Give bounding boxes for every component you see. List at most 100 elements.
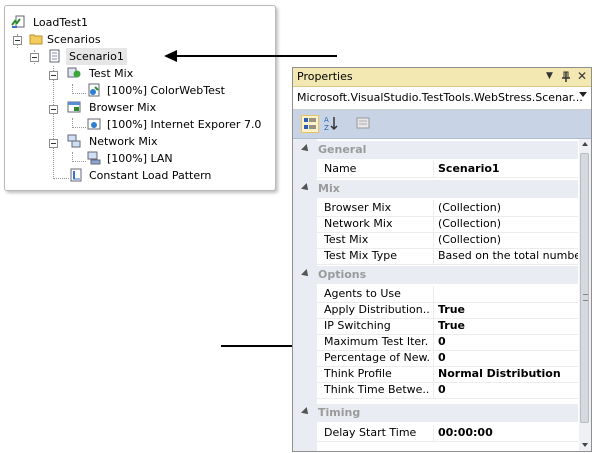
column-divider bbox=[433, 161, 434, 177]
tree-connector bbox=[53, 66, 54, 179]
dropdown-arrow-icon[interactable]: ▼ bbox=[546, 71, 553, 81]
property-name: Network Mix bbox=[324, 217, 393, 230]
tree-label: Test Mix bbox=[89, 67, 134, 80]
property-value[interactable]: Scenario1 bbox=[438, 162, 578, 175]
property-value[interactable]: Based on the total number bbox=[438, 249, 578, 262]
property-value[interactable]: Normal Distribution bbox=[438, 367, 578, 380]
collapse-toggle[interactable] bbox=[49, 105, 58, 114]
grip-icon bbox=[583, 294, 588, 301]
property-row-percentage-new[interactable]: Percentage of New... 0 bbox=[317, 350, 578, 367]
category-label: Options bbox=[318, 268, 367, 281]
property-value[interactable]: (Collection) bbox=[438, 233, 578, 246]
collapse-toggle[interactable] bbox=[13, 36, 22, 45]
property-value[interactable]: 0 bbox=[438, 351, 578, 364]
column-divider bbox=[433, 318, 434, 334]
property-value[interactable]: True bbox=[438, 319, 578, 332]
properties-title: Properties bbox=[297, 70, 353, 83]
property-name: Browser Mix bbox=[324, 201, 392, 214]
column-divider bbox=[433, 302, 434, 318]
property-name: Name bbox=[324, 162, 357, 175]
property-name: Delay Start Time bbox=[324, 426, 417, 439]
arrow-shaft bbox=[176, 55, 337, 57]
collapse-caret-icon[interactable] bbox=[301, 407, 311, 417]
tree-label: Browser Mix bbox=[89, 101, 157, 114]
close-icon[interactable]: ✕ bbox=[577, 69, 587, 83]
categorized-icon bbox=[304, 118, 316, 129]
property-name: Percentage of New... bbox=[324, 351, 429, 364]
scroll-down-icon[interactable] bbox=[582, 443, 588, 447]
property-row-max-iterations[interactable]: Maximum Test Iter... 0 bbox=[317, 334, 578, 351]
property-row-name[interactable]: Name Scenario1 bbox=[317, 161, 578, 178]
property-value[interactable]: 0 bbox=[438, 383, 578, 396]
collapse-caret-icon[interactable] bbox=[301, 183, 311, 193]
category-mix[interactable]: Mix bbox=[293, 180, 578, 198]
property-row-browser-mix[interactable]: Browser Mix (Collection) bbox=[317, 200, 578, 217]
categorized-button[interactable] bbox=[301, 115, 319, 133]
column-divider bbox=[433, 216, 434, 232]
tree-label: Constant Load Pattern bbox=[89, 169, 212, 182]
column-divider bbox=[433, 232, 434, 248]
load-test-icon bbox=[11, 15, 25, 28]
tree-connector bbox=[72, 93, 86, 94]
chevron-down-icon[interactable] bbox=[579, 92, 587, 97]
column-divider bbox=[433, 350, 434, 366]
tree-label: LoadTest1 bbox=[33, 16, 89, 29]
network-mix-icon bbox=[67, 134, 81, 148]
column-divider bbox=[433, 382, 434, 398]
property-row-think-profile[interactable]: Think Profile Normal Distribution bbox=[317, 366, 578, 383]
properties-window: Properties ▼ ✕ Microsoft.VisualStudio.Te… bbox=[292, 67, 592, 452]
category-general[interactable]: General bbox=[293, 141, 578, 159]
arrow-shaft bbox=[221, 345, 300, 347]
property-name: IP Switching bbox=[324, 319, 391, 332]
property-name: Test Mix Type bbox=[324, 249, 397, 262]
property-name: Agents to Use bbox=[324, 287, 401, 300]
property-row-apply-distribution[interactable]: Apply Distribution... True bbox=[317, 302, 578, 319]
collapse-caret-icon[interactable] bbox=[301, 269, 311, 279]
property-value[interactable]: 0 bbox=[438, 335, 578, 348]
property-row-test-mix-type[interactable]: Test Mix Type Based on the total number bbox=[317, 248, 578, 265]
category-options[interactable]: Options bbox=[293, 266, 578, 284]
property-row-ip-switching[interactable]: IP Switching True bbox=[317, 318, 578, 335]
property-pages-button[interactable] bbox=[355, 115, 373, 133]
test-mix-icon bbox=[67, 67, 81, 78]
scrollbar-thumb[interactable] bbox=[580, 153, 589, 423]
tree-connector bbox=[53, 178, 69, 179]
property-name: Think Time Betwe... bbox=[324, 383, 429, 396]
property-pages-icon bbox=[356, 117, 370, 129]
property-row-think-time[interactable]: Think Time Betwe... 0 bbox=[317, 382, 578, 399]
tree-label: Scenario1 bbox=[66, 48, 127, 65]
column-divider bbox=[433, 425, 434, 441]
column-divider bbox=[433, 200, 434, 216]
property-value[interactable]: True bbox=[438, 303, 578, 316]
column-divider bbox=[433, 248, 434, 264]
property-row-agents[interactable]: Agents to Use bbox=[317, 286, 578, 303]
svg-text:Z: Z bbox=[324, 124, 329, 131]
collapse-caret-icon[interactable] bbox=[301, 144, 311, 154]
property-grid: General Name Scenario1 Mix Browser Mix (… bbox=[293, 139, 578, 451]
tree-label: [100%] ColorWebTest bbox=[107, 84, 225, 97]
object-selector[interactable]: Microsoft.VisualStudio.TestTools.WebStre… bbox=[293, 87, 591, 110]
object-selector-value: Microsoft.VisualStudio.TestTools.WebStre… bbox=[297, 91, 583, 104]
column-divider bbox=[433, 334, 434, 350]
load-test-tree: LoadTest1 Scenarios Scenario1 Test Mix [… bbox=[4, 5, 276, 191]
property-row-test-mix[interactable]: Test Mix (Collection) bbox=[317, 232, 578, 249]
vertical-scrollbar[interactable] bbox=[579, 139, 591, 451]
property-row-delay-start[interactable]: Delay Start Time 00:00:00 bbox=[317, 425, 578, 442]
collapse-toggle[interactable] bbox=[49, 139, 58, 148]
property-row-network-mix[interactable]: Network Mix (Collection) bbox=[317, 216, 578, 233]
property-value[interactable]: 00:00:00 bbox=[438, 426, 578, 439]
pin-icon[interactable] bbox=[561, 71, 571, 83]
alphabetical-button[interactable]: A Z bbox=[323, 115, 341, 133]
category-label: Mix bbox=[318, 182, 340, 195]
scroll-up-icon[interactable] bbox=[582, 142, 588, 146]
collapse-toggle[interactable] bbox=[49, 71, 58, 80]
tree-connector bbox=[72, 127, 86, 128]
properties-toolbar: A Z bbox=[293, 110, 591, 139]
property-value[interactable]: (Collection) bbox=[438, 217, 578, 230]
property-value[interactable]: (Collection) bbox=[438, 201, 578, 214]
collapse-toggle[interactable] bbox=[30, 53, 39, 62]
tree-label: Network Mix bbox=[89, 135, 158, 148]
column-divider bbox=[433, 286, 434, 302]
category-timing[interactable]: Timing bbox=[293, 404, 578, 422]
tree-label: [100%] Internet Exporer 7.0 bbox=[107, 118, 262, 131]
